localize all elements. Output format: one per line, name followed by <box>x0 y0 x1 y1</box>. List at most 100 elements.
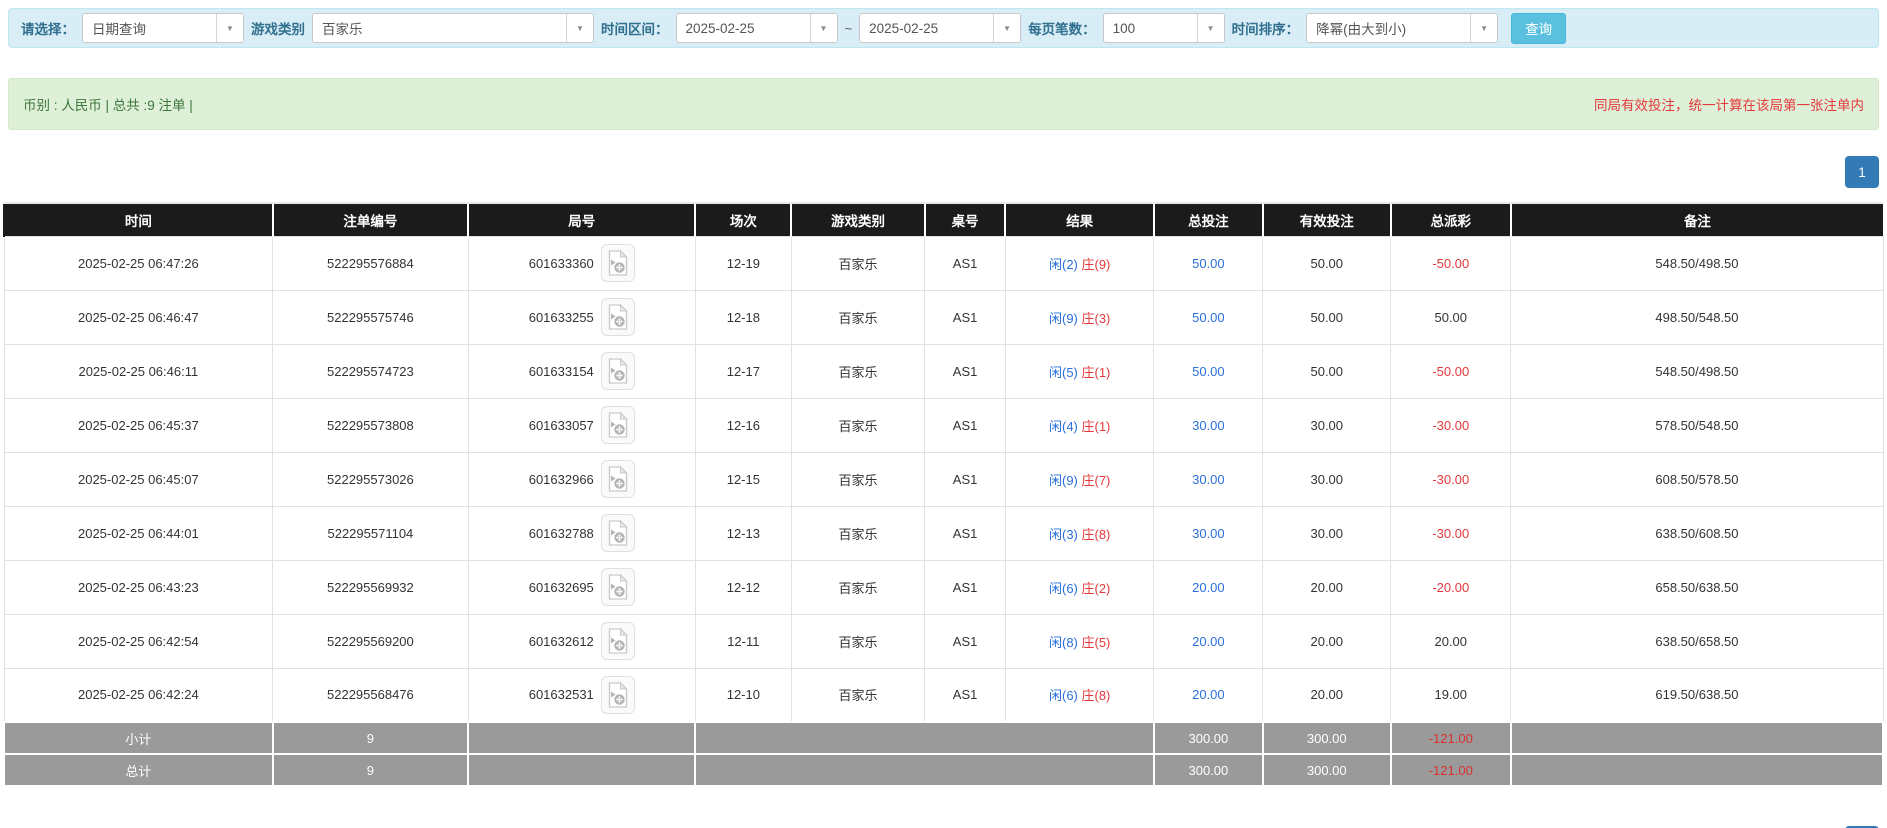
video-icon <box>607 628 629 654</box>
video-icon <box>607 250 629 276</box>
currency-summary-text: 币别 : 人民币 | 总共 :9 注单 | <box>23 94 193 114</box>
cell-valid-bet: 50.00 <box>1263 236 1391 290</box>
video-replay-button[interactable] <box>601 406 635 444</box>
round-id-text: 601632966 <box>529 472 594 487</box>
video-replay-button[interactable] <box>601 298 635 336</box>
cell-game-type: 百家乐 <box>791 398 924 452</box>
result-player: 闲(6) <box>1049 688 1078 703</box>
search-button[interactable]: 查询 <box>1511 13 1566 44</box>
cell-payout: -30.00 <box>1391 506 1511 560</box>
round-id-text: 601632531 <box>529 687 594 702</box>
table-row: 2025-02-25 06:46:47522295575746601633255… <box>4 290 1883 344</box>
sort-label: 时间排序： <box>1232 18 1300 38</box>
cell-remark: 619.50/638.50 <box>1511 668 1883 722</box>
chevron-down-icon: ▼ <box>1470 14 1497 42</box>
cell-session: 12-15 <box>695 452 791 506</box>
cell-time: 2025-02-25 06:42:54 <box>4 614 273 668</box>
filter-bar: 请选择： 日期查询 ▼ 游戏类别 百家乐 ▼ 时间区间： 2025-02-25 … <box>8 8 1879 48</box>
time-range-label: 时间区间： <box>601 18 669 38</box>
cell-table-number: AS1 <box>925 398 1006 452</box>
video-icon <box>607 412 629 438</box>
cell-bet-id: 522295573808 <box>273 398 468 452</box>
total-row-total-bet: 300.00 <box>1154 754 1263 786</box>
cell-bet-id: 522295576884 <box>273 236 468 290</box>
video-icon <box>607 520 629 546</box>
query-type-value: 日期查询 <box>83 14 216 42</box>
cell-table-number: AS1 <box>925 236 1006 290</box>
date-from-picker[interactable]: 2025-02-25 ▼ <box>676 13 838 43</box>
cell-total-bet[interactable]: 20.00 <box>1154 668 1263 722</box>
cell-remark: 638.50/658.50 <box>1511 614 1883 668</box>
video-replay-button[interactable] <box>601 244 635 282</box>
video-icon <box>607 682 629 708</box>
table-row: 2025-02-25 06:47:26522295576884 601633360… <box>4 236 1883 290</box>
subtotal-row-empty <box>1511 722 1883 754</box>
cell-total-bet[interactable]: 50.00 <box>1154 344 1263 398</box>
table-row: 2025-02-25 06:42:54522295569200601632612… <box>4 614 1883 668</box>
total-row-empty <box>468 754 695 786</box>
same-round-notice-text: 同局有效投注，统一计算在该局第一张注单内 <box>1594 94 1864 114</box>
cell-bet-id: 522295569200 <box>273 614 468 668</box>
sort-select[interactable]: 降幂(由大到小) ▼ <box>1306 13 1498 43</box>
cell-session: 12-19 <box>695 236 791 290</box>
cell-payout: -30.00 <box>1391 452 1511 506</box>
cell-total-bet[interactable]: 30.00 <box>1154 452 1263 506</box>
result-banker: 庄(9) <box>1082 257 1111 272</box>
video-replay-button[interactable] <box>601 622 635 660</box>
cell-valid-bet: 50.00 <box>1263 344 1391 398</box>
chevron-down-icon: ▼ <box>810 14 837 42</box>
cell-remark: 578.50/548.50 <box>1511 398 1883 452</box>
game-type-select[interactable]: 百家乐 ▼ <box>312 13 594 43</box>
page-1-button[interactable]: 1 <box>1845 156 1879 188</box>
cell-round-id: 601633255 <box>468 290 695 344</box>
select-type-label: 请选择： <box>21 18 75 38</box>
cell-total-bet[interactable]: 20.00 <box>1154 614 1263 668</box>
video-icon <box>607 358 629 384</box>
date-to-value: 2025-02-25 <box>860 14 993 42</box>
cell-payout: -50.00 <box>1391 344 1511 398</box>
total-row-count: 9 <box>273 754 468 786</box>
per-page-select[interactable]: 100 ▼ <box>1103 13 1225 43</box>
cell-total-bet[interactable]: 50.00 <box>1154 290 1263 344</box>
table-row: 2025-02-25 06:45:07522295573026601632966… <box>4 452 1883 506</box>
round-id-text: 601633057 <box>529 418 594 433</box>
cell-total-bet[interactable]: 30.00 <box>1154 398 1263 452</box>
cell-valid-bet: 30.00 <box>1263 506 1391 560</box>
total-row-label: 总计 <box>4 754 273 786</box>
cell-result: 闲(2) 庄(9) <box>1005 236 1153 290</box>
result-player: 闲(9) <box>1049 473 1078 488</box>
video-replay-button[interactable] <box>601 676 635 714</box>
result-banker: 庄(5) <box>1082 635 1111 650</box>
round-id-text: 601632788 <box>529 526 594 541</box>
cell-time: 2025-02-25 06:47:26 <box>4 236 273 290</box>
cell-valid-bet: 50.00 <box>1263 290 1391 344</box>
cell-total-bet[interactable]: 20.00 <box>1154 560 1263 614</box>
result-banker: 庄(8) <box>1082 527 1111 542</box>
cell-time: 2025-02-25 06:43:23 <box>4 560 273 614</box>
video-replay-button[interactable] <box>601 352 635 390</box>
video-replay-button[interactable] <box>601 460 635 498</box>
query-type-select[interactable]: 日期查询 ▼ <box>82 13 244 43</box>
video-replay-button[interactable] <box>601 568 635 606</box>
cell-time: 2025-02-25 06:45:37 <box>4 398 273 452</box>
column-header: 总派彩 <box>1391 203 1511 236</box>
cell-table-number: AS1 <box>925 452 1006 506</box>
cell-result: 闲(6) 庄(2) <box>1005 560 1153 614</box>
video-replay-button[interactable] <box>601 514 635 552</box>
result-banker: 庄(2) <box>1082 581 1111 596</box>
column-header: 有效投注 <box>1263 203 1391 236</box>
cell-result: 闲(8) 庄(5) <box>1005 614 1153 668</box>
date-to-picker[interactable]: 2025-02-25 ▼ <box>859 13 1021 43</box>
cell-remark: 638.50/608.50 <box>1511 506 1883 560</box>
cell-payout: 19.00 <box>1391 668 1511 722</box>
cell-payout: -30.00 <box>1391 398 1511 452</box>
subtotal-row-count: 9 <box>273 722 468 754</box>
table-row: 2025-02-25 06:46:11522295574723601633154… <box>4 344 1883 398</box>
subtotal-row-empty <box>468 722 695 754</box>
per-page-value: 100 <box>1104 14 1197 42</box>
cell-total-bet[interactable]: 30.00 <box>1154 506 1263 560</box>
cell-game-type: 百家乐 <box>791 506 924 560</box>
cell-session: 12-12 <box>695 560 791 614</box>
cell-total-bet[interactable]: 50.00 <box>1154 236 1263 290</box>
round-id-text: 601633360 <box>529 256 594 271</box>
